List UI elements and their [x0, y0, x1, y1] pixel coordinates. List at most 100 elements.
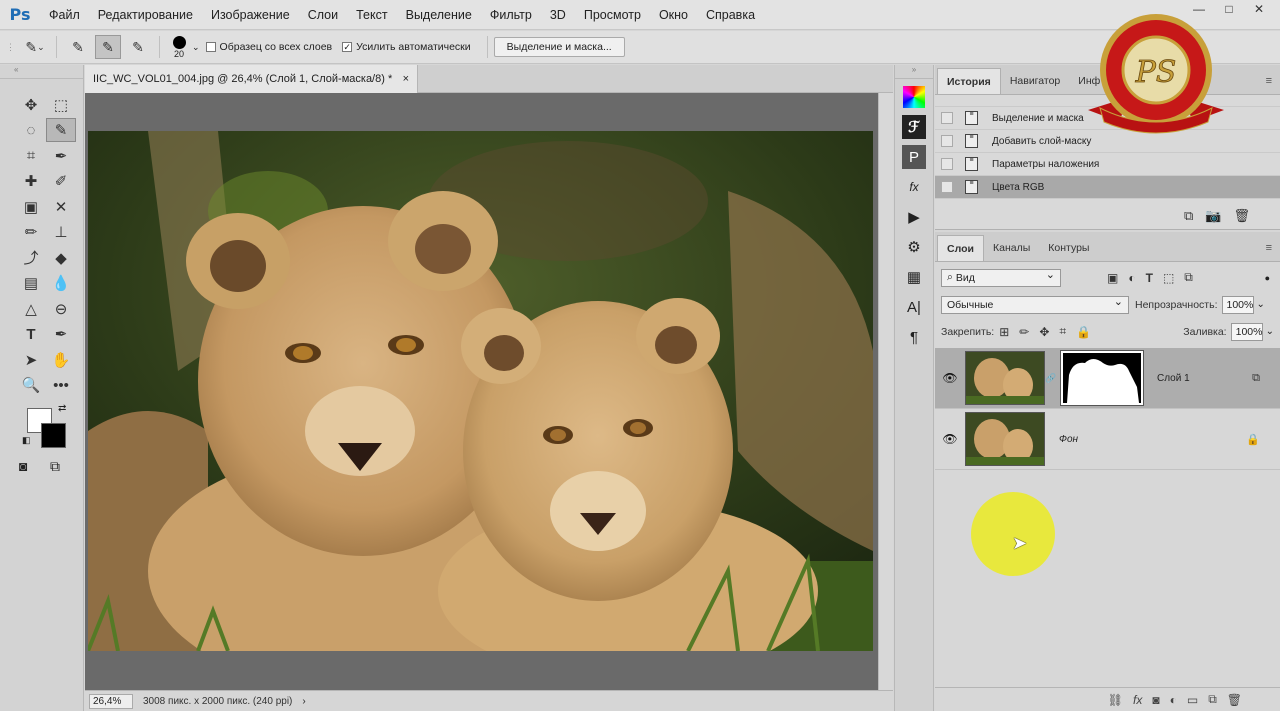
type-tool-icon[interactable]: T	[16, 322, 46, 346]
filter-type-icon[interactable]: T	[1146, 271, 1153, 285]
fx-icon[interactable]: fx	[1133, 693, 1142, 707]
filter-toggle-icon[interactable]: ●	[1265, 273, 1270, 283]
new-document-from-state-icon[interactable]: ⧉	[1184, 208, 1193, 224]
swap-colors-icon[interactable]: ⇄	[58, 403, 66, 414]
filter-adjustment-icon[interactable]: ◐	[1128, 271, 1135, 285]
chevron-down-icon[interactable]: ⌄	[1257, 299, 1265, 310]
history-item-selected[interactable]: ≡ Цвета RGB	[935, 176, 1280, 199]
tab-history[interactable]: История	[937, 68, 1001, 94]
eraser-tool-icon[interactable]: ◆	[46, 246, 76, 270]
close-window-button[interactable]: ✕	[1244, 0, 1274, 18]
status-menu-arrow[interactable]: ›	[302, 696, 305, 707]
add-to-selection-button[interactable]: ✎	[95, 35, 121, 59]
move-tool-icon[interactable]: ✥	[16, 93, 46, 117]
add-mask-icon[interactable]: ◙	[1152, 693, 1159, 707]
menu-3d[interactable]: 3D	[541, 8, 575, 22]
screen-mode-icon[interactable]: ⧉	[50, 458, 60, 475]
adjustment-layer-icon[interactable]: ◐	[1170, 693, 1177, 707]
opacity-field[interactable]: 100%	[1221, 295, 1254, 314]
history-brush-source[interactable]	[941, 135, 953, 147]
menu-text[interactable]: Текст	[347, 8, 396, 22]
quick-mask-icon[interactable]: ◙	[19, 458, 27, 474]
layer-thumbnail[interactable]	[965, 412, 1045, 466]
layer-thumbnail[interactable]	[965, 351, 1045, 405]
menu-help[interactable]: Справка	[697, 8, 764, 22]
snapshot-camera-icon[interactable]: 📷	[1205, 208, 1221, 224]
auto-enhance-checkbox[interactable]: ✓ Усилить автоматически	[342, 41, 471, 53]
lock-all-icon[interactable]: 🔒	[1076, 325, 1091, 339]
history-brush-source[interactable]	[941, 112, 953, 124]
filter-shape-icon[interactable]: ⬚	[1163, 271, 1174, 285]
more-tools-icon[interactable]: •••	[46, 373, 76, 397]
background-color-swatch[interactable]	[41, 423, 66, 448]
lock-transparent-icon[interactable]: ⊞	[999, 325, 1009, 339]
menu-edit[interactable]: Редактирование	[89, 8, 202, 22]
lock-artboard-icon[interactable]: ⌗	[1059, 324, 1066, 339]
filter-pixel-icon[interactable]: ▣	[1107, 271, 1118, 285]
visibility-eye-icon[interactable]: 👁	[935, 371, 965, 385]
dodge-tool-icon[interactable]: ⊖	[46, 297, 76, 321]
gradient-tool-icon[interactable]: ▤	[16, 271, 46, 295]
fx-icon[interactable]: fx	[902, 175, 926, 199]
new-selection-button[interactable]: ✎	[65, 35, 91, 59]
menu-image[interactable]: Изображение	[202, 8, 299, 22]
tool-preset-picker[interactable]: ✎ ⌄	[22, 35, 48, 59]
fill-field[interactable]: 100%	[1230, 322, 1263, 341]
properties-icon[interactable]: ⚙	[902, 235, 926, 259]
close-tab-icon[interactable]: ×	[403, 73, 409, 85]
panel-menu-icon[interactable]: ≡	[1266, 242, 1272, 254]
brush-picker[interactable]: 20	[168, 35, 190, 59]
vertical-scrollbar[interactable]	[878, 93, 893, 690]
layer-mask-thumbnail[interactable]	[1060, 350, 1144, 406]
paragraph-style-icon[interactable]: P	[902, 145, 926, 169]
history-brush-source[interactable]	[941, 158, 953, 170]
menu-file[interactable]: Файл	[40, 8, 89, 22]
stamp-tool-icon[interactable]: ⊥	[46, 220, 76, 244]
healing-brush-icon[interactable]: ✚	[16, 169, 46, 193]
mixer-tool-icon[interactable]: ✕	[46, 195, 76, 219]
tab-navigator[interactable]: Навигатор	[1001, 68, 1069, 94]
menu-window[interactable]: Окно	[650, 8, 697, 22]
trash-icon[interactable]: 🗑	[1227, 693, 1242, 707]
lasso-tool-icon[interactable]: ◌	[16, 118, 46, 142]
layer-name[interactable]: Слой 1	[1157, 373, 1190, 384]
eyedropper-tool-icon[interactable]: ✒	[46, 144, 76, 168]
paragraph-icon[interactable]: ¶	[902, 325, 926, 349]
path-selection-icon[interactable]: ➤	[16, 348, 46, 372]
character-icon[interactable]: A|	[902, 295, 926, 319]
tab-layers[interactable]: Слои	[937, 235, 984, 261]
blur-tool-icon[interactable]: 💧	[46, 271, 76, 295]
layer-row-selected[interactable]: 👁 🔗 Слой 1 ⧉	[935, 348, 1280, 409]
zoom-field[interactable]: 26,4%	[89, 693, 133, 709]
menu-view[interactable]: Просмотр	[575, 8, 650, 22]
layer-filter-dropdown[interactable]: ⌕ Вид	[941, 268, 1061, 287]
new-group-folder-icon[interactable]: ▭	[1187, 693, 1198, 707]
layer-row[interactable]: 👁 Фон 🔒	[935, 409, 1280, 470]
lock-position-icon[interactable]: ✥	[1039, 325, 1049, 339]
crop-tool-icon[interactable]: ⌗	[16, 144, 46, 168]
swatches-icon[interactable]: ▦	[902, 265, 926, 289]
default-colors-icon[interactable]: ◧	[22, 435, 31, 446]
trash-icon[interactable]: 🗑	[1233, 208, 1250, 224]
panel-menu-icon[interactable]: ≡	[1266, 75, 1272, 87]
menu-select[interactable]: Выделение	[397, 8, 481, 22]
history-item[interactable]: ≡ Параметры наложения	[935, 153, 1280, 176]
visibility-eye-icon[interactable]: 👁	[935, 432, 965, 446]
marquee-tool-icon[interactable]: ⬚	[46, 93, 76, 117]
hand-tool-icon[interactable]: ✋	[46, 348, 76, 372]
brush-settings-icon[interactable]: ℱ	[902, 115, 926, 139]
pen-tool-icon[interactable]: ✒	[46, 322, 76, 346]
document-image[interactable]	[88, 131, 873, 651]
layer-name[interactable]: Фон	[1059, 434, 1078, 445]
tab-paths[interactable]: Контуры	[1039, 235, 1098, 261]
color-panel-icon[interactable]	[902, 85, 926, 109]
zoom-tool-icon[interactable]: 🔍	[16, 373, 46, 397]
history-brush-source[interactable]	[941, 181, 953, 193]
sample-all-layers-checkbox[interactable]: Образец со всех слоев	[205, 41, 332, 53]
menu-filter[interactable]: Фильтр	[481, 8, 541, 22]
blend-mode-dropdown[interactable]: Обычные	[941, 295, 1129, 314]
quick-selection-tool-icon[interactable]: ✎	[46, 118, 76, 143]
document-tab[interactable]: IIC_WC_VOL01_004.jpg @ 26,4% (Слой 1, Сл…	[85, 65, 418, 93]
select-and-mask-button[interactable]: Выделение и маска...	[493, 37, 625, 57]
menu-layers[interactable]: Слои	[299, 8, 347, 22]
